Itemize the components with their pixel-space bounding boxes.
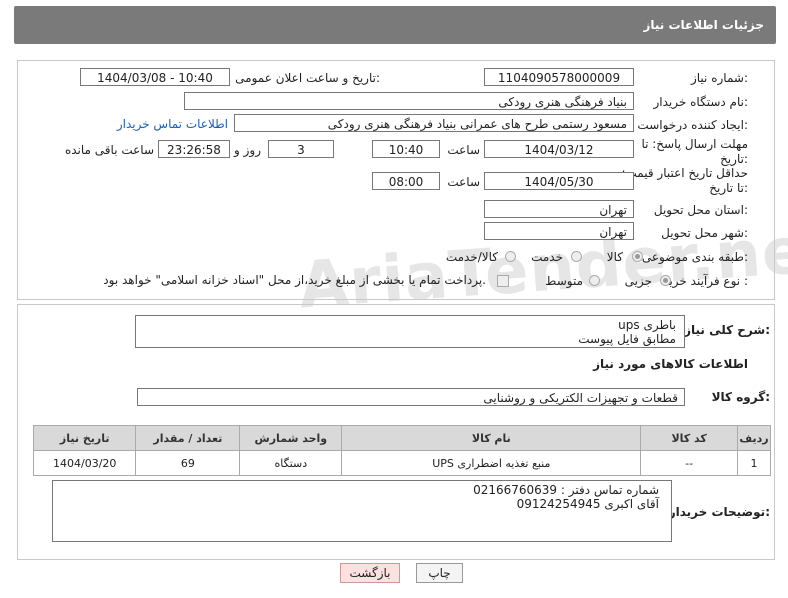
city-field[interactable]: تهران <box>484 222 634 240</box>
deadline-time-field[interactable]: 10:40 <box>372 140 440 158</box>
province-label: استان محل تحویل: <box>653 203 748 217</box>
days-field[interactable]: 3 <box>268 140 334 158</box>
description-textarea[interactable]: باطری ups مطابق فایل پیوست <box>135 315 685 348</box>
description-label: شرح کلی نیاز: <box>684 323 770 337</box>
cell-name: منبع تغذیه اضطراری UPS <box>341 450 642 476</box>
cell-row: 1 <box>737 450 771 476</box>
cell-qty: 69 <box>135 450 241 476</box>
category-option-goods-service: کالا/خدمت <box>445 250 498 264</box>
category-option-service: خدمت <box>531 250 563 264</box>
process-label: نوع فرآیند خرید : <box>663 274 748 288</box>
days-label: روز و <box>234 143 261 157</box>
page-header: جزئیات اطلاعات نیاز <box>14 6 776 44</box>
goods-group-label: گروه کالا: <box>711 390 770 404</box>
remaining-label: ساعت باقی مانده <box>64 143 154 157</box>
cell-code: -- <box>640 450 739 476</box>
col-name: نام کالا <box>341 425 642 451</box>
announce-label: تاریخ و ساعت اعلان عمومی: <box>235 71 380 85</box>
remaining-time-field[interactable]: 23:26:58 <box>158 140 230 158</box>
page-title: جزئیات اطلاعات نیاز <box>643 18 764 32</box>
description-line-1: باطری ups <box>618 318 676 332</box>
process-option-medium: متوسط <box>545 274 583 288</box>
goods-table: ردیف کد کالا نام کالا واحد شمارش تعداد /… <box>32 425 771 476</box>
creator-field[interactable]: مسعود رستمی طرح های عمرانی بنیاد فرهنگی … <box>234 114 634 132</box>
deadline-label: مهلت ارسال پاسخ: تا تاریخ: <box>641 137 748 166</box>
process-option-minor: جزیی <box>624 274 652 288</box>
payment-checkbox[interactable] <box>497 275 509 287</box>
table-row: 1 -- منبع تغذیه اضطراری UPS دستگاه 69 14… <box>32 450 771 476</box>
validity-label: حداقل تاریخ اعتبار قیمت: تا تاریخ: <box>621 166 748 195</box>
buyer-notes-line-2: آقای اکبری 09124254945 <box>516 497 659 511</box>
process-radio-minor[interactable] <box>660 275 671 286</box>
validity-time-label: ساعت <box>447 175 480 189</box>
buyer-contact-link[interactable]: اطلاعات تماس خریدار <box>117 117 228 131</box>
category-label: طبقه بندی موضوعی: <box>641 250 748 264</box>
col-unit: واحد شمارش <box>239 425 343 451</box>
creator-label: ایجاد کننده درخواست: <box>637 118 748 132</box>
buyer-notes-line-1: شماره تماس دفتر : 02166760639 <box>473 483 659 497</box>
cell-unit: دستگاه <box>239 450 343 476</box>
category-radio-goods[interactable] <box>632 251 643 262</box>
col-qty: تعداد / مقدار <box>135 425 241 451</box>
goods-group-field[interactable]: قطعات و تجهیزات الکتریکی و روشنایی <box>137 388 685 406</box>
need-number-label: شماره نیاز: <box>690 71 748 85</box>
buyer-notes-label: توضیحات خریدار: <box>668 505 770 519</box>
cell-date: 1404/03/20 <box>32 450 137 476</box>
category-radio-goods-service[interactable] <box>505 251 516 262</box>
col-row: ردیف <box>737 425 771 451</box>
need-number-field[interactable]: 1104090578000009 <box>484 68 634 86</box>
announce-field[interactable]: 1404/03/08 - 10:40 <box>80 68 230 86</box>
process-radio-medium[interactable] <box>589 275 600 286</box>
description-line-2: مطابق فایل پیوست <box>578 332 676 346</box>
province-field[interactable]: تهران <box>484 200 634 218</box>
deadline-date-field[interactable]: 1404/03/12 <box>484 140 634 158</box>
back-button[interactable]: بازگشت <box>340 563 400 583</box>
deadline-time-label: ساعت <box>447 143 480 157</box>
buyer-notes-textarea[interactable]: شماره تماس دفتر : 02166760639 آقای اکبری… <box>52 480 672 542</box>
payment-note: پرداخت تمام یا بخشی از مبلغ خرید،از محل … <box>103 273 486 287</box>
print-button[interactable]: چاپ <box>416 563 463 583</box>
col-code: کد کالا <box>640 425 739 451</box>
validity-date-field[interactable]: 1404/05/30 <box>484 172 634 190</box>
col-date: تاریخ نیاز <box>32 425 137 451</box>
buyer-org-label: نام دستگاه خریدار: <box>653 95 749 109</box>
goods-section-title: اطلاعات کالاهای مورد نیاز <box>593 357 748 371</box>
city-label: شهر محل تحویل: <box>661 226 748 240</box>
category-radio-service[interactable] <box>571 251 582 262</box>
buyer-org-field[interactable]: بنیاد فرهنگی هنری رودکی <box>184 92 634 110</box>
category-option-goods: کالا <box>606 250 623 264</box>
validity-time-field[interactable]: 08:00 <box>372 172 440 190</box>
